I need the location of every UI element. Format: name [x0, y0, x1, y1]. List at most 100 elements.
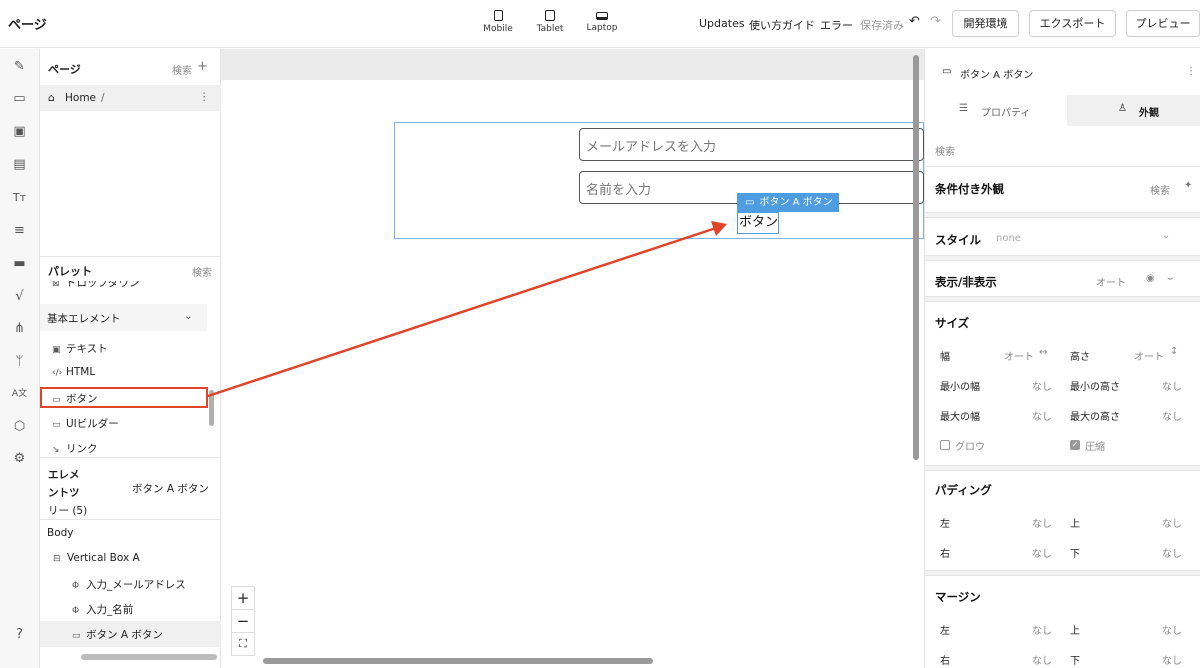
- preview-button[interactable]: プレビュー: [1126, 10, 1200, 37]
- saved-status: 保存済み: [860, 19, 904, 32]
- max-width-value[interactable]: なし: [1032, 408, 1052, 423]
- page-item-home-path: /: [101, 92, 105, 104]
- folder-icon[interactable]: ▬: [11, 255, 28, 272]
- button-icon: ▭: [942, 66, 952, 77]
- undo-icon[interactable]: ↶: [909, 14, 920, 29]
- min-height-value[interactable]: なし: [1162, 378, 1182, 393]
- guide-link[interactable]: 使い方ガイド: [749, 17, 815, 33]
- style-value[interactable]: none: [996, 233, 1021, 244]
- workflow-icon[interactable]: ⋔: [11, 320, 28, 337]
- divider: [925, 166, 1200, 167]
- translate-icon[interactable]: A文: [11, 386, 28, 403]
- margin-top-value[interactable]: なし: [1162, 622, 1182, 637]
- max-height-value[interactable]: なし: [1162, 408, 1182, 423]
- text-icon: ▣: [52, 345, 61, 355]
- palette-item-uibuilder[interactable]: ▭ UIビルダー: [52, 416, 119, 431]
- shrink-checkbox[interactable]: ✓: [1070, 440, 1080, 450]
- margin-left-value[interactable]: なし: [1032, 622, 1052, 637]
- margin-top-label: 上: [1070, 626, 1080, 637]
- pages-search[interactable]: 検索: [172, 62, 192, 77]
- design-tools-icon[interactable]: ✎: [11, 58, 28, 75]
- padding-left-value[interactable]: なし: [1032, 515, 1052, 530]
- code-icon: ‹/›: [52, 368, 63, 378]
- formula-icon[interactable]: √: [11, 288, 28, 305]
- eye-icon[interactable]: ◉: [1146, 273, 1155, 284]
- grow-label: グロウ: [955, 442, 985, 453]
- fit-screen-button[interactable]: ⛶: [231, 632, 255, 656]
- style-title: スタイル: [935, 233, 981, 247]
- padding-top-value[interactable]: なし: [1162, 515, 1182, 530]
- padding-bottom-value[interactable]: なし: [1162, 545, 1182, 560]
- palette-item-link-label: リンク: [66, 443, 98, 455]
- max-width-label: 最大の幅: [940, 412, 980, 423]
- tree-item-body[interactable]: Body: [47, 527, 74, 539]
- canvas-button[interactable]: ボタン: [737, 212, 779, 234]
- section-divider: [925, 465, 1200, 471]
- palette-scrollbar[interactable]: [209, 390, 214, 426]
- updates-link[interactable]: Updates: [699, 17, 745, 30]
- min-height-label: 最小の高さ: [1070, 382, 1120, 393]
- margin-bottom-value[interactable]: なし: [1162, 652, 1182, 667]
- redo-icon[interactable]: ↷: [930, 14, 941, 29]
- sparkle-icon[interactable]: ✦: [1184, 180, 1192, 191]
- add-page-button[interactable]: +: [197, 59, 208, 74]
- selection-tag: ▭ ボタン A ボタン: [737, 193, 839, 212]
- palette-item-link[interactable]: ↘ リンク: [52, 441, 98, 456]
- package-icon[interactable]: ⬡: [11, 418, 28, 435]
- tree-item-vbox[interactable]: ⊟ Vertical Box A: [53, 552, 140, 564]
- width-label: 幅: [940, 352, 950, 363]
- inspector-element-name: ボタン A ボタン: [960, 70, 1034, 81]
- grow-checkbox[interactable]: [940, 440, 950, 450]
- tree-item-name-label: 入力_名前: [86, 604, 134, 616]
- page-more-icon[interactable]: ⋮: [199, 91, 210, 103]
- email-input[interactable]: メールアドレスを入力: [579, 128, 924, 161]
- padding-left-label: 左: [940, 519, 950, 530]
- min-width-value[interactable]: なし: [1032, 378, 1052, 393]
- device-mobile-button[interactable]: Mobile: [473, 10, 523, 34]
- canvas-vertical-scrollbar[interactable]: [913, 55, 919, 460]
- conditional-search[interactable]: 検索: [1150, 182, 1170, 197]
- tree-item-name[interactable]: Φ 入力_名前: [72, 602, 133, 617]
- selection-tag-label: ボタン A ボタン: [759, 197, 833, 208]
- image-icon[interactable]: ▣: [11, 123, 28, 140]
- margin-right-value[interactable]: なし: [1032, 652, 1052, 667]
- inspector-search[interactable]: 検索: [935, 143, 955, 158]
- database-icon[interactable]: ≡: [11, 222, 28, 239]
- palette-item-html[interactable]: ‹/› HTML: [52, 366, 95, 378]
- device-tablet-button[interactable]: Tablet: [525, 10, 575, 34]
- device-tablet-label: Tablet: [536, 24, 564, 34]
- visibility-value[interactable]: オート: [1096, 274, 1126, 289]
- palette-search[interactable]: 検索: [192, 264, 212, 279]
- palette-item-text[interactable]: ▣ テキスト: [52, 341, 108, 356]
- padding-title: パディング: [935, 483, 992, 497]
- tab-appearance[interactable]: [1067, 95, 1200, 126]
- device-laptop-button[interactable]: Laptop: [577, 10, 627, 33]
- monitor-icon[interactable]: ▤: [11, 156, 28, 173]
- tablet-icon: [545, 10, 555, 21]
- chevron-down-icon[interactable]: ⌄: [1162, 230, 1170, 241]
- env-button[interactable]: 開発環境: [952, 10, 1019, 37]
- horizontal-resize-icon[interactable]: ↔: [1039, 347, 1047, 358]
- height-label: 高さ: [1070, 352, 1090, 363]
- vertical-resize-icon[interactable]: ↕: [1170, 346, 1178, 357]
- height-value[interactable]: オート: [1134, 348, 1164, 363]
- gear-icon[interactable]: ⚙: [11, 450, 28, 467]
- export-button[interactable]: エクスポート: [1029, 10, 1116, 37]
- tree-scrollbar[interactable]: [81, 654, 217, 660]
- typography-icon[interactable]: Tт: [11, 189, 28, 206]
- errors-link[interactable]: エラー: [820, 17, 853, 33]
- padding-right-value[interactable]: なし: [1032, 545, 1052, 560]
- padding-bottom-label: 下: [1070, 549, 1080, 560]
- eye-off-icon[interactable]: ⌣: [1167, 273, 1174, 284]
- width-value[interactable]: オート: [1004, 348, 1034, 363]
- tree-item-email[interactable]: Φ 入力_メールアドレス: [72, 577, 186, 592]
- palette-partial-item[interactable]: ⊠ ドロップダウン: [40, 281, 207, 294]
- paint-roller-icon[interactable]: ▭: [11, 90, 28, 107]
- inspector-more-icon[interactable]: ⋮: [1186, 66, 1196, 77]
- git-branch-icon[interactable]: ᛘ: [11, 353, 28, 370]
- canvas-horizontal-scrollbar[interactable]: [263, 658, 653, 664]
- help-icon[interactable]: ?: [11, 626, 28, 643]
- zoom-out-button[interactable]: −: [231, 609, 255, 633]
- page-item-home-label: Home: [65, 92, 97, 104]
- zoom-in-button[interactable]: +: [231, 586, 255, 610]
